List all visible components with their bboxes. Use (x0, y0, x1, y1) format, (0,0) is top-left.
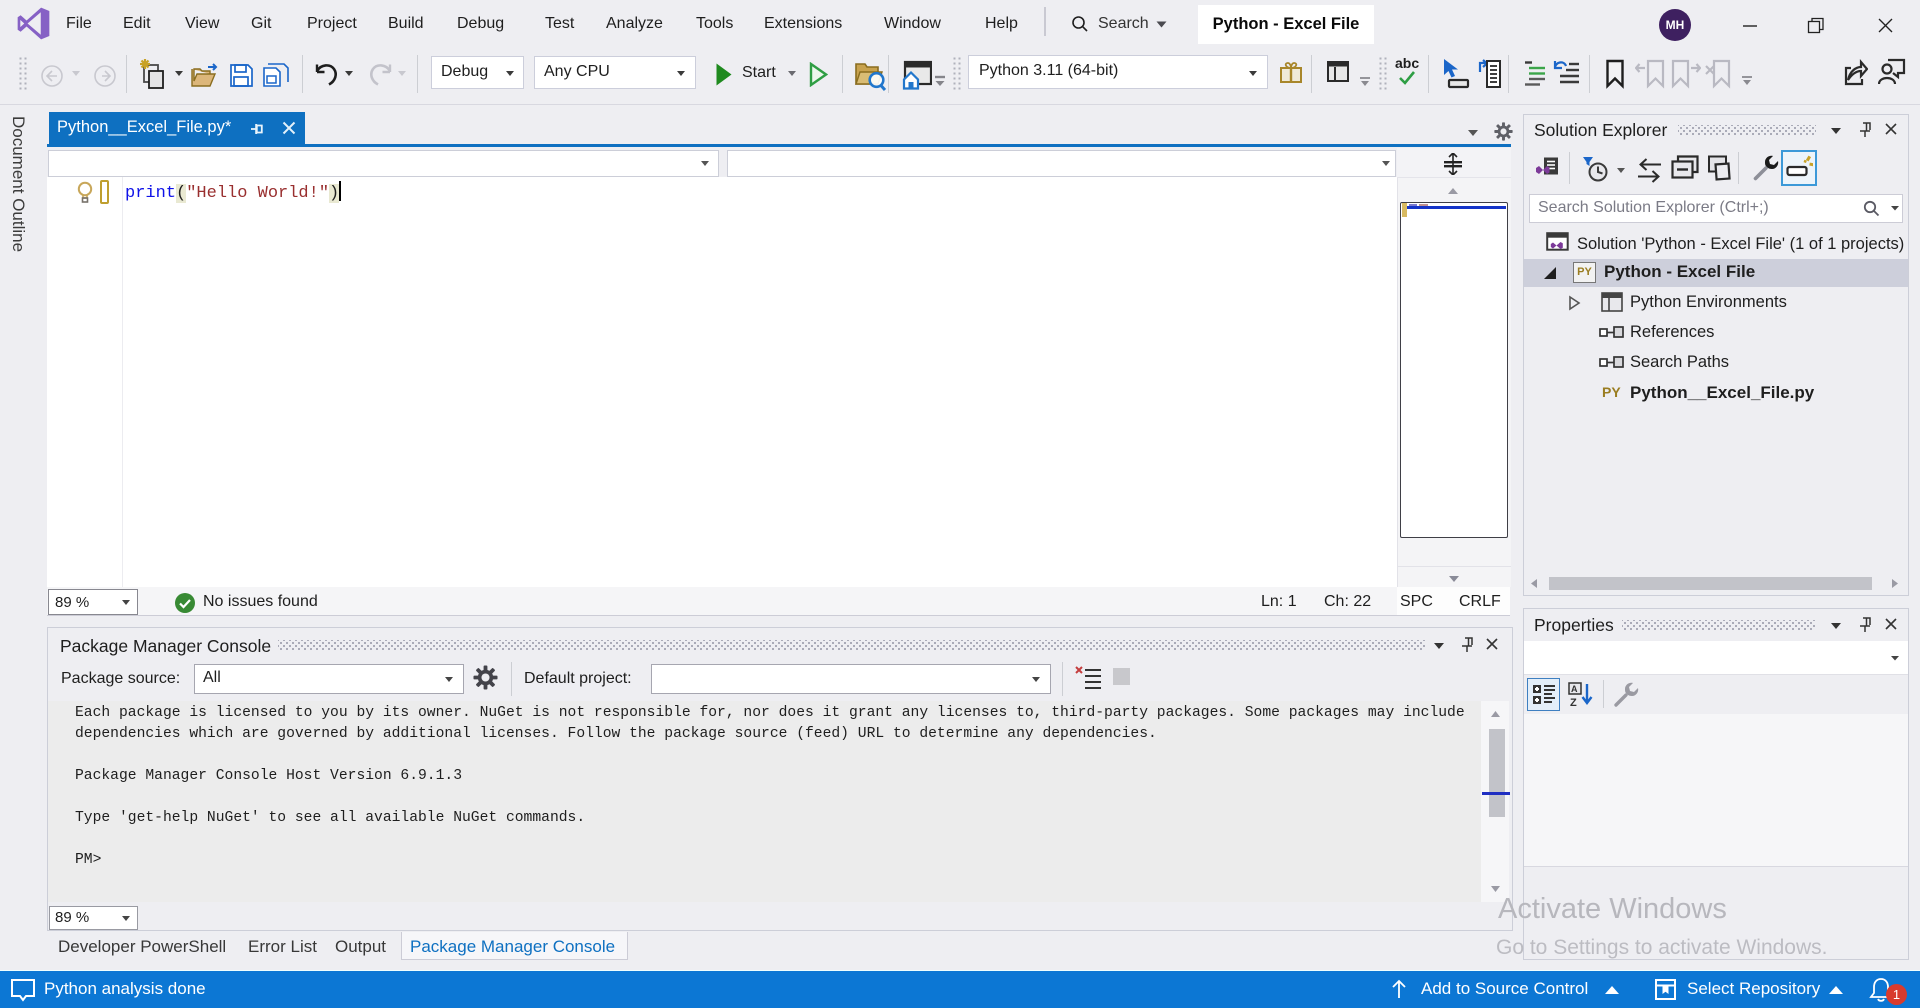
svg-text:Z: Z (1570, 697, 1577, 708)
svg-text:A: A (1571, 684, 1578, 694)
